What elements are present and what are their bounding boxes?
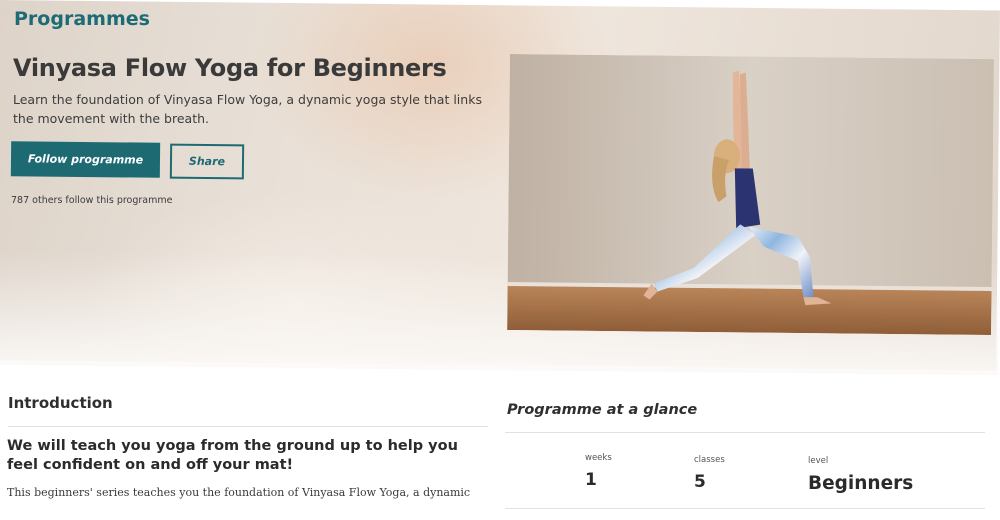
programme-description: Learn the foundation of Vinyasa Flow Yog… xyxy=(13,92,482,126)
stat-classes-value: 5 xyxy=(694,472,706,492)
section-label[interactable]: Programmes xyxy=(14,8,150,30)
introduction-lead: We will teach you yoga from the ground u… xyxy=(7,438,458,473)
divider xyxy=(505,432,985,433)
stat-level-value: Beginners xyxy=(808,473,914,494)
introduction-body: This beginners' series teaches you the f… xyxy=(7,486,471,499)
divider xyxy=(8,426,488,427)
glance-heading: Programme at a glance xyxy=(507,402,698,418)
stat-weeks-label: weeks xyxy=(585,453,612,463)
stat-level-label: level xyxy=(808,456,829,466)
followers-count: 787 others follow this programme xyxy=(11,195,173,206)
stat-weeks-value: 1 xyxy=(585,470,597,490)
programme-photo xyxy=(507,54,994,336)
follow-programme-button[interactable]: Follow programme xyxy=(10,141,161,178)
yoga-pose-image xyxy=(507,54,994,336)
divider xyxy=(505,508,985,509)
introduction-heading: Introduction xyxy=(8,394,113,412)
share-button[interactable]: Share xyxy=(169,143,245,180)
programme-title: Vinyasa Flow Yoga for Beginners xyxy=(13,54,447,82)
stat-classes-label: classes xyxy=(694,455,725,465)
